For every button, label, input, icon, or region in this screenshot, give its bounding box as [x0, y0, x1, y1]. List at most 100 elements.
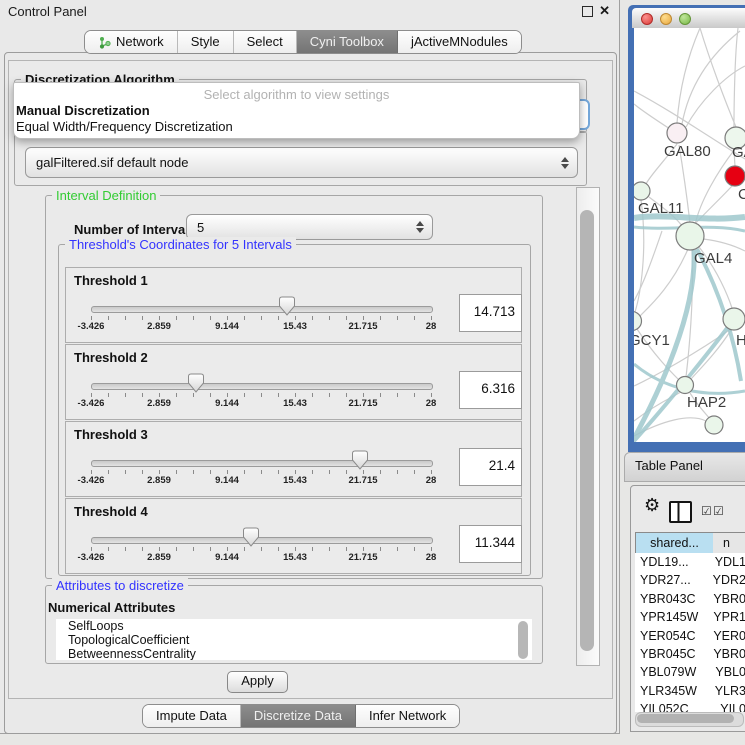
tab-label: Infer Network — [369, 705, 446, 727]
table-row[interactable]: YDR27...YDR2 — [635, 571, 745, 589]
attribute-item[interactable]: TopologicalCoefficient — [56, 633, 532, 647]
tab-discretize-data[interactable]: Discretize Data — [241, 705, 356, 727]
slider-thumb[interactable] — [187, 373, 205, 393]
node-label: GAL — [732, 144, 745, 161]
table-cell: YPR145W — [635, 608, 709, 626]
node-bottom[interactable] — [705, 416, 723, 434]
tick-label: 2.859 — [147, 475, 171, 486]
table-row[interactable]: YER054CYER0 — [635, 627, 745, 645]
node-red-selected[interactable] — [725, 166, 745, 186]
table-row[interactable]: YBR043CYBR0 — [635, 590, 745, 608]
network-window-titlebar[interactable] — [632, 8, 745, 28]
node-label: GCY1 — [634, 332, 670, 349]
table-horizontal-scrollbar[interactable] — [635, 712, 744, 727]
slider-thumb[interactable] — [242, 527, 260, 547]
node-gal80[interactable] — [667, 123, 687, 143]
checkbox-icon[interactable]: ☑ — [713, 504, 724, 518]
settings-scrollbar[interactable] — [576, 187, 600, 666]
slider-thumb[interactable] — [351, 450, 369, 470]
column-header-name[interactable]: n — [713, 532, 745, 555]
checkbox-icon[interactable]: ☑ — [701, 504, 712, 518]
network-canvas[interactable]: GAL80 GAL GAL11 GAL4 GCY1 H HAP2 C — [634, 28, 745, 442]
threshold-row: Threshold 4-3.4262.8599.14415.4321.71528… — [65, 498, 522, 574]
columns-icon[interactable] — [669, 501, 692, 523]
node-h[interactable] — [723, 308, 745, 330]
popup-option-equal-width-frequency[interactable]: Equal Width/Frequency Discretization — [16, 119, 579, 134]
column-header-shared[interactable]: shared... — [635, 532, 714, 555]
tab-impute-data[interactable]: Impute Data — [143, 705, 241, 727]
threshold-value-field[interactable]: 11.344 — [459, 525, 522, 563]
node-gal4[interactable] — [676, 222, 704, 250]
gear-icon[interactable]: ⚙ — [644, 495, 660, 516]
list-scrollbar[interactable] — [518, 621, 528, 659]
table-cell: YIL0 — [716, 700, 745, 712]
tab-label: Discretize Data — [254, 705, 342, 727]
node-gal11[interactable] — [634, 182, 650, 200]
tab-label: Select — [247, 31, 283, 53]
table-row[interactable]: YDL19...YDL1 — [635, 553, 745, 571]
tab-label: Cyni Toolbox — [310, 31, 384, 53]
node-gcy1[interactable] — [634, 312, 642, 331]
threshold-slider[interactable] — [91, 460, 433, 467]
tick-label: 28 — [426, 398, 437, 409]
tab-select[interactable]: Select — [234, 31, 297, 53]
apply-button[interactable]: Apply — [227, 671, 288, 693]
scrollbar-thumb[interactable] — [580, 210, 594, 651]
tick-label: 2.859 — [147, 321, 171, 332]
table-panel-title: Table Panel — [635, 458, 703, 473]
threshold-slider[interactable] — [91, 306, 433, 313]
bottom-tab-bar: Impute Data Discretize Data Infer Networ… — [142, 704, 460, 728]
threshold-value-field[interactable]: 14.713 — [459, 294, 522, 332]
table-cell: YPR1 — [709, 608, 745, 626]
table-data-combo[interactable]: galFiltered.sif default node — [25, 147, 578, 178]
table-row[interactable]: YPR145WYPR1 — [635, 608, 745, 626]
node-label: GAL4 — [694, 250, 732, 267]
tab-label: Network — [116, 31, 164, 53]
scrollbar-thumb[interactable] — [637, 714, 734, 723]
tick-label: 28 — [426, 321, 437, 332]
interval-definition-group: Interval Definition Number of Intervals … — [45, 195, 543, 579]
tick-label: 2.859 — [147, 398, 171, 409]
table-data-group: Table Data galFiltered.sif default node — [14, 131, 587, 186]
node-label: H — [736, 332, 745, 349]
network-view-window[interactable]: GAL80 GAL GAL11 GAL4 GCY1 H HAP2 C — [628, 5, 745, 452]
zoom-traffic-light-icon[interactable] — [679, 13, 691, 25]
table-cell: YDR27... — [635, 571, 709, 589]
close-icon[interactable]: ✕ — [599, 3, 610, 19]
threshold-slider[interactable] — [91, 383, 433, 390]
attribute-item[interactable]: SelfLoops — [56, 619, 532, 633]
table-cell: YDL19... — [635, 553, 711, 571]
popup-option-manual-discretization[interactable]: Manual Discretization — [16, 103, 579, 118]
network-icon — [98, 36, 111, 49]
float-window-icon[interactable] — [582, 6, 593, 17]
table-row[interactable]: YBL079WYBL0 — [635, 663, 745, 681]
slider-ticks — [91, 547, 432, 551]
tick-label: -3.426 — [78, 475, 105, 486]
table-cell: YBR0 — [709, 590, 745, 608]
tick-label: 21.715 — [348, 321, 377, 332]
tick-label: 21.715 — [348, 552, 377, 563]
tick-label: 9.144 — [215, 398, 239, 409]
table-row[interactable]: YIL052CYIL0 — [635, 700, 745, 712]
tab-network[interactable]: Network — [85, 31, 178, 53]
table-row[interactable]: YLR345WYLR3 — [635, 682, 745, 700]
close-traffic-light-icon[interactable] — [641, 13, 653, 25]
table-body: YDL19...YDL1YDR27...YDR2YBR043CYBR0YPR14… — [635, 553, 745, 712]
threshold-row: Threshold 1-3.4262.8599.14415.4321.71528… — [65, 267, 522, 343]
threshold-label: Threshold 1 — [74, 273, 148, 288]
numerical-attributes-label: Numerical Attributes — [48, 600, 175, 615]
numerical-attributes-list: SelfLoopsTopologicalCoefficientBetweenne… — [56, 619, 532, 660]
slider-thumb[interactable] — [278, 296, 296, 316]
minimize-traffic-light-icon[interactable] — [660, 13, 672, 25]
tab-cyni-toolbox[interactable]: Cyni Toolbox — [297, 31, 398, 53]
tab-infer-network[interactable]: Infer Network — [356, 705, 459, 727]
attribute-item[interactable]: BetweennessCentrality — [56, 647, 532, 660]
threshold-value-field[interactable]: 21.4 — [459, 448, 522, 486]
tab-style[interactable]: Style — [178, 31, 234, 53]
node-hap2[interactable] — [677, 377, 694, 394]
node-label: GAL80 — [664, 143, 711, 160]
table-row[interactable]: YBR045CYBR0 — [635, 645, 745, 663]
threshold-slider[interactable] — [91, 537, 433, 544]
threshold-value-field[interactable]: 6.316 — [459, 371, 522, 409]
tab-jactivemnodules[interactable]: jActiveMNodules — [398, 31, 521, 53]
